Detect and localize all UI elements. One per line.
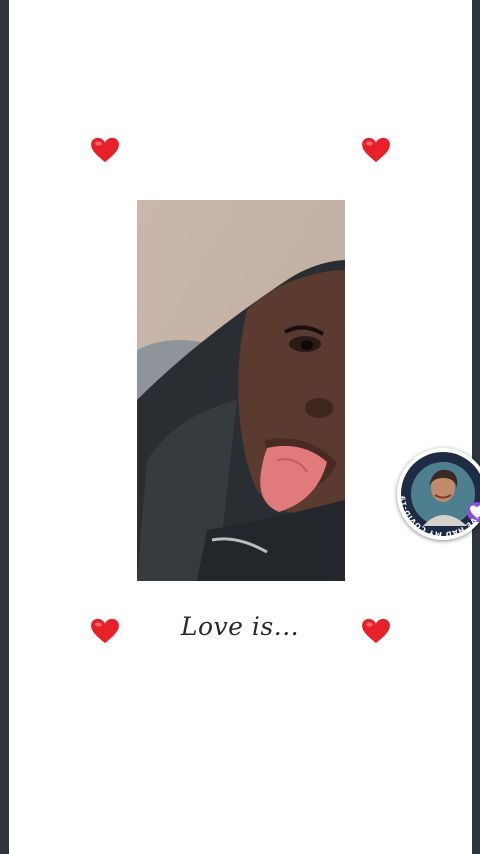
- profile-avatar[interactable]: I'VE HAD MY COVID-19 VACCINE: [397, 448, 480, 540]
- story-caption: Love is...: [180, 612, 300, 641]
- heart-icon-top-right: [361, 137, 391, 163]
- heart-icon-bottom-right: [361, 618, 391, 644]
- story-photo[interactable]: [137, 200, 345, 581]
- heart-icon-bottom-left: [90, 618, 120, 644]
- heart-icon-top-left: [90, 137, 120, 163]
